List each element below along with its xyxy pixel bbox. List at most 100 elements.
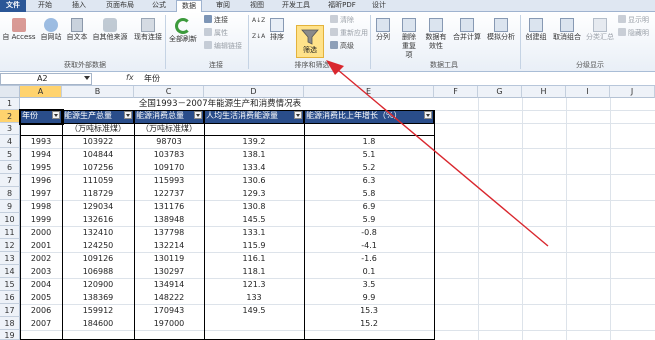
cell-per-capita[interactable]: 133: [204, 291, 304, 304]
row-header[interactable]: 14: [0, 265, 20, 278]
tab-insert[interactable]: 插入: [66, 0, 92, 12]
ungroup-button[interactable]: 取消组合: [550, 18, 584, 42]
name-box-dropdown-icon[interactable]: [84, 76, 90, 80]
cell-production[interactable]: 103922: [62, 135, 134, 148]
formula-input[interactable]: 年份: [144, 72, 160, 85]
row-header[interactable]: 18: [0, 317, 20, 330]
cell-production[interactable]: 107256: [62, 161, 134, 174]
filter-dropdown-icon[interactable]: [194, 111, 202, 119]
cell-consumption[interactable]: 131176: [134, 200, 204, 213]
column-header-b[interactable]: B: [62, 86, 134, 98]
name-box[interactable]: A2: [0, 73, 92, 85]
cell-year[interactable]: 2007: [20, 317, 62, 330]
from-web-button[interactable]: 自网站: [38, 18, 64, 42]
cell-year[interactable]: 2005: [20, 291, 62, 304]
column-header-c[interactable]: C: [134, 86, 204, 98]
cell-per-capita[interactable]: 138.1: [204, 148, 304, 161]
row-header[interactable]: 4: [0, 135, 20, 148]
cell-year[interactable]: 1996: [20, 174, 62, 187]
cell-per-capita[interactable]: 130.8: [204, 200, 304, 213]
cell-production[interactable]: 120900: [62, 278, 134, 291]
cell-production[interactable]: 138369: [62, 291, 134, 304]
row-header[interactable]: 1: [0, 98, 20, 110]
cell-per-capita[interactable]: 133.1: [204, 226, 304, 239]
column-header-a[interactable]: A: [20, 86, 62, 98]
header-cell-production[interactable]: 能源生产总量: [62, 110, 134, 123]
connections-button[interactable]: 连接: [204, 15, 228, 25]
sort-descending-button[interactable]: Z↓A: [252, 32, 265, 42]
filter-dropdown-icon[interactable]: [52, 111, 60, 119]
cell-consumption[interactable]: 98703: [134, 135, 204, 148]
advanced-filter-button[interactable]: 高级: [330, 41, 354, 51]
cell-growth[interactable]: 0.1: [304, 265, 434, 278]
cell-consumption[interactable]: 130119: [134, 252, 204, 265]
unit-cell[interactable]: （万吨标准煤）: [134, 123, 204, 135]
filter-dropdown-icon[interactable]: [124, 111, 132, 119]
cell-year[interactable]: 2004: [20, 278, 62, 291]
tab-page-layout[interactable]: 页面布局: [100, 0, 140, 12]
header-cell-consumption[interactable]: 能源消费总量: [134, 110, 204, 123]
column-header-d[interactable]: D: [204, 86, 304, 98]
cell-consumption[interactable]: 115993: [134, 174, 204, 187]
column-header-h[interactable]: H: [522, 86, 566, 98]
header-cell-year[interactable]: 年份: [20, 110, 62, 123]
cell-year[interactable]: 2003: [20, 265, 62, 278]
row-header[interactable]: 3: [0, 123, 20, 135]
consolidate-button[interactable]: 合并计算: [450, 18, 484, 42]
sort-ascending-button[interactable]: A↓Z: [252, 16, 265, 26]
row-header[interactable]: 9: [0, 200, 20, 213]
row-header[interactable]: 8: [0, 187, 20, 200]
cell-consumption[interactable]: 109170: [134, 161, 204, 174]
cell-production[interactable]: 124250: [62, 239, 134, 252]
cell-growth[interactable]: 15.2: [304, 317, 434, 330]
cell-production[interactable]: 129034: [62, 200, 134, 213]
cell-growth[interactable]: 9.9: [304, 291, 434, 304]
subtotal-button[interactable]: 分类汇总: [584, 18, 616, 42]
text-to-columns-button[interactable]: 分列: [372, 18, 394, 42]
filter-dropdown-icon[interactable]: [294, 111, 302, 119]
cell-growth[interactable]: 3.5: [304, 278, 434, 291]
cell-growth[interactable]: 6.9: [304, 200, 434, 213]
cell-per-capita[interactable]: 118.1: [204, 265, 304, 278]
cell-growth[interactable]: 15.3: [304, 304, 434, 317]
cell-year[interactable]: 1997: [20, 187, 62, 200]
cell-growth[interactable]: -1.6: [304, 252, 434, 265]
what-if-analysis-button[interactable]: 模拟分析: [484, 18, 518, 42]
cell-consumption[interactable]: 134914: [134, 278, 204, 291]
cell-year[interactable]: 2000: [20, 226, 62, 239]
tab-review[interactable]: 审阅: [210, 0, 236, 12]
row-header[interactable]: 6: [0, 161, 20, 174]
remove-duplicates-button[interactable]: 删除重复项: [396, 18, 422, 60]
cell-per-capita[interactable]: [204, 317, 304, 330]
cell-growth[interactable]: 6.3: [304, 174, 434, 187]
from-text-button[interactable]: 自文本: [64, 18, 90, 42]
cell-per-capita[interactable]: 139.2: [204, 135, 304, 148]
row-header[interactable]: 15: [0, 278, 20, 291]
hide-detail-button[interactable]: 隐藏明: [618, 28, 649, 38]
column-header-i[interactable]: I: [566, 86, 610, 98]
cell-consumption[interactable]: 103783: [134, 148, 204, 161]
row-header[interactable]: 7: [0, 174, 20, 187]
clear-filter-button[interactable]: 清除: [330, 15, 354, 25]
cell-consumption[interactable]: 122737: [134, 187, 204, 200]
tab-home[interactable]: 开始: [32, 0, 58, 12]
row-header[interactable]: 11: [0, 226, 20, 239]
select-all-corner[interactable]: [0, 86, 20, 98]
cell-per-capita[interactable]: 115.9: [204, 239, 304, 252]
cell-consumption[interactable]: 170943: [134, 304, 204, 317]
column-header-e[interactable]: E: [304, 86, 434, 98]
cell-per-capita[interactable]: 133.4: [204, 161, 304, 174]
tab-view[interactable]: 视图: [244, 0, 270, 12]
row-header[interactable]: 5: [0, 148, 20, 161]
cell-year[interactable]: 2006: [20, 304, 62, 317]
insert-function-button[interactable]: fx: [126, 73, 134, 82]
cell-growth[interactable]: 1.8: [304, 135, 434, 148]
show-detail-button[interactable]: 显示明: [618, 15, 649, 25]
cell-per-capita[interactable]: 116.1: [204, 252, 304, 265]
refresh-all-button[interactable]: 全部刷新: [168, 18, 198, 44]
header-cell-per-capita[interactable]: 人均生活消费能源量: [204, 110, 304, 123]
cell-year[interactable]: 1994: [20, 148, 62, 161]
group-button[interactable]: 创建组: [522, 18, 550, 42]
cell-year[interactable]: 1998: [20, 200, 62, 213]
tab-formulas[interactable]: 公式: [146, 0, 172, 12]
